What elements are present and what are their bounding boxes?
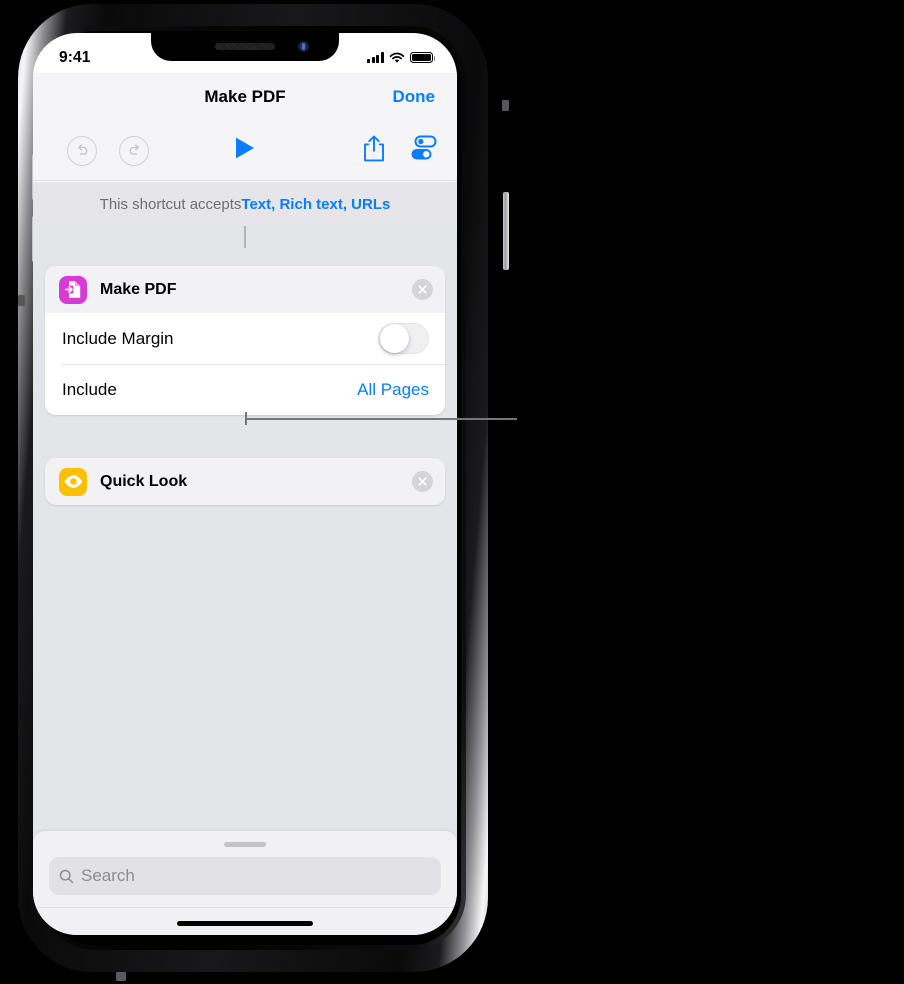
play-icon: [236, 137, 254, 159]
navigation-bar: Make PDF Done: [33, 73, 457, 121]
done-button[interactable]: Done: [393, 87, 436, 107]
quick-look-eye-icon: [59, 467, 87, 496]
notch: [151, 33, 339, 61]
status-bar-indicators: [367, 51, 436, 64]
action-title: Quick Look: [100, 472, 188, 490]
sheet-separator: [33, 907, 457, 908]
shortcut-action-canvas: Make PDF Include Margin Include All Page…: [33, 226, 457, 935]
make-pdf-document-icon: [59, 275, 87, 304]
wifi-icon: [389, 52, 405, 63]
remove-action-button[interactable]: [412, 471, 433, 492]
share-icon: [364, 135, 384, 161]
action-connector-top: [244, 226, 246, 248]
search-icon: [59, 869, 74, 883]
earpiece-speaker-icon: [215, 43, 275, 50]
action-card-quick-look[interactable]: Quick Look: [45, 458, 445, 505]
close-circle-icon: [418, 477, 427, 486]
share-button[interactable]: [363, 135, 385, 167]
callout-leader-line: [245, 418, 517, 420]
undo-icon: [67, 135, 97, 166]
action-parameters: Include Margin Include All Pages: [45, 313, 445, 415]
accepts-types-link[interactable]: Text, Rich text, URLs: [241, 196, 390, 213]
remove-action-button[interactable]: [412, 279, 433, 300]
redo-icon: [119, 135, 149, 166]
parameter-label: Include: [62, 379, 117, 399]
status-bar-time: 9:41: [59, 48, 91, 66]
cellular-signal-icon: [367, 52, 384, 63]
action-card-header: Quick Look: [45, 458, 445, 505]
actions-bottom-sheet[interactable]: Search: [33, 831, 457, 935]
front-camera-icon: [298, 41, 309, 52]
settings-sliders-icon: [411, 135, 437, 160]
accepts-prefix-label: This shortcut accepts: [99, 195, 242, 213]
search-placeholder: Search: [81, 866, 135, 885]
include-value-button[interactable]: All Pages: [357, 380, 429, 400]
action-card-make-pdf[interactable]: Make PDF Include Margin Include All Page…: [45, 266, 445, 415]
parameter-row-include[interactable]: Include All Pages: [45, 364, 445, 415]
parameter-label: Include Margin: [62, 328, 174, 348]
editor-toolbar: [33, 121, 457, 181]
home-indicator[interactable]: [177, 921, 313, 926]
phone-screen: 9:41 Make PDF Done This shortcut accepts…: [33, 33, 457, 935]
close-circle-icon: [418, 285, 427, 294]
search-input[interactable]: Search: [49, 857, 441, 895]
shortcut-settings-button[interactable]: [410, 135, 437, 166]
run-shortcut-button[interactable]: [234, 136, 256, 165]
action-title: Make PDF: [100, 280, 177, 298]
parameter-row-include-margin[interactable]: Include Margin: [45, 313, 445, 364]
screenshot-root: 9:41 Make PDF Done This shortcut accepts…: [0, 0, 904, 984]
shortcut-input-types-bar: This shortcut accepts Text, Rich text, U…: [33, 182, 457, 226]
include-margin-switch[interactable]: [378, 323, 429, 354]
sheet-grabber[interactable]: [224, 842, 266, 847]
redo-button[interactable]: [119, 135, 149, 166]
battery-full-icon: [410, 51, 436, 64]
frame-antenna-band-left: [18, 295, 25, 306]
frame-antenna-band-right: [502, 100, 509, 111]
action-card-header: Make PDF: [45, 266, 445, 313]
frame-antenna-band-bottom: [116, 972, 126, 981]
power-button[interactable]: [503, 192, 509, 270]
undo-button[interactable]: [67, 135, 97, 166]
